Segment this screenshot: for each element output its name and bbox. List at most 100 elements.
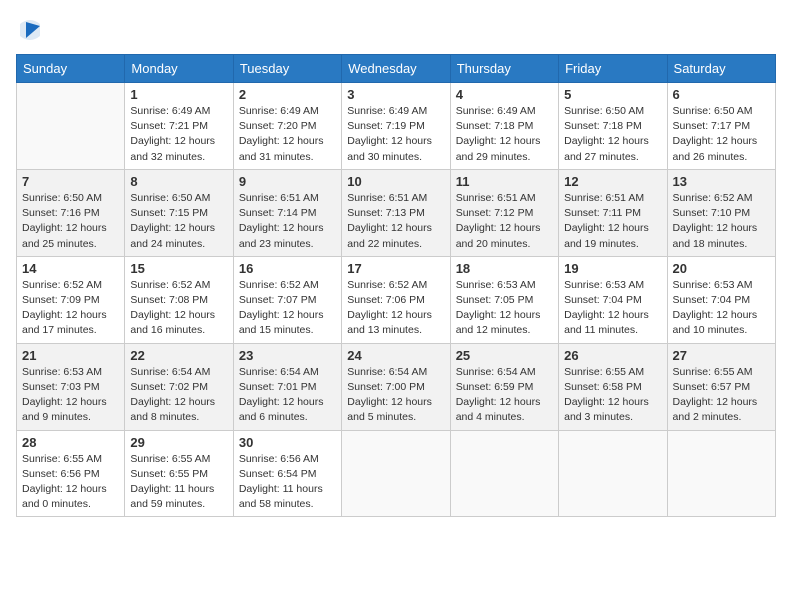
day-info: Sunrise: 6:50 AM Sunset: 7:16 PM Dayligh… bbox=[22, 191, 119, 252]
day-number: 20 bbox=[673, 261, 770, 276]
day-info: Sunrise: 6:51 AM Sunset: 7:14 PM Dayligh… bbox=[239, 191, 336, 252]
day-number: 9 bbox=[239, 174, 336, 189]
calendar-cell: 13 Sunrise: 6:52 AM Sunset: 7:10 PM Dayli… bbox=[667, 169, 775, 256]
day-number: 22 bbox=[130, 348, 227, 363]
day-number: 15 bbox=[130, 261, 227, 276]
calendar-cell bbox=[342, 430, 450, 517]
calendar-cell: 16Sunrise: 6:52 AM Sunset: 7:07 PM Dayli… bbox=[233, 256, 341, 343]
calendar-cell: 20 Sunrise: 6:53 AM Sunset: 7:04 PM Dayli… bbox=[667, 256, 775, 343]
day-number: 24 bbox=[347, 348, 444, 363]
calendar-cell: 8 Sunrise: 6:50 AM Sunset: 7:15 PM Daylig… bbox=[125, 169, 233, 256]
calendar-cell: 30 Sunrise: 6:56 AM Sunset: 6:54 PM Dayli… bbox=[233, 430, 341, 517]
day-info: Sunrise: 6:53 AM Sunset: 7:04 PM Dayligh… bbox=[564, 278, 661, 339]
day-info: Sunrise: 6:56 AM Sunset: 6:54 PM Dayligh… bbox=[239, 452, 336, 513]
day-info: Sunrise: 6:55 AM Sunset: 6:57 PM Dayligh… bbox=[673, 365, 770, 426]
calendar-cell: 9 Sunrise: 6:51 AM Sunset: 7:14 PM Daylig… bbox=[233, 169, 341, 256]
weekday-header-sunday: Sunday bbox=[17, 55, 125, 83]
day-number: 19 bbox=[564, 261, 661, 276]
day-info: Sunrise: 6:52 AM Sunset: 7:08 PM Dayligh… bbox=[130, 278, 227, 339]
day-info: Sunrise: 6:54 AM Sunset: 7:02 PM Dayligh… bbox=[130, 365, 227, 426]
calendar-cell: 28 Sunrise: 6:55 AM Sunset: 6:56 PM Dayli… bbox=[17, 430, 125, 517]
day-number: 17 bbox=[347, 261, 444, 276]
calendar-cell: 1 Sunrise: 6:49 AM Sunset: 7:21 PM Daylig… bbox=[125, 83, 233, 170]
calendar-cell bbox=[559, 430, 667, 517]
calendar-cell: 6Sunrise: 6:50 AM Sunset: 7:17 PM Daylig… bbox=[667, 83, 775, 170]
calendar-cell: 4Sunrise: 6:49 AM Sunset: 7:18 PM Daylig… bbox=[450, 83, 558, 170]
day-number: 30 bbox=[239, 435, 336, 450]
day-number: 2 bbox=[239, 87, 336, 102]
day-info: Sunrise: 6:49 AM Sunset: 7:20 PM Dayligh… bbox=[239, 104, 336, 165]
day-info: Sunrise: 6:54 AM Sunset: 7:01 PM Dayligh… bbox=[239, 365, 336, 426]
day-info: Sunrise: 6:50 AM Sunset: 7:18 PM Dayligh… bbox=[564, 104, 661, 165]
day-info: Sunrise: 6:53 AM Sunset: 7:04 PM Dayligh… bbox=[673, 278, 770, 339]
calendar-cell: 26Sunrise: 6:55 AM Sunset: 6:58 PM Dayli… bbox=[559, 343, 667, 430]
day-number: 8 bbox=[130, 174, 227, 189]
day-info: Sunrise: 6:52 AM Sunset: 7:06 PM Dayligh… bbox=[347, 278, 444, 339]
calendar-cell: 24 Sunrise: 6:54 AM Sunset: 7:00 PM Dayli… bbox=[342, 343, 450, 430]
weekday-header-tuesday: Tuesday bbox=[233, 55, 341, 83]
day-number: 16 bbox=[239, 261, 336, 276]
day-info: Sunrise: 6:49 AM Sunset: 7:19 PM Dayligh… bbox=[347, 104, 444, 165]
day-info: Sunrise: 6:54 AM Sunset: 6:59 PM Dayligh… bbox=[456, 365, 553, 426]
calendar-cell bbox=[667, 430, 775, 517]
day-info: Sunrise: 6:54 AM Sunset: 7:00 PM Dayligh… bbox=[347, 365, 444, 426]
day-number: 3 bbox=[347, 87, 444, 102]
calendar-cell: 5 Sunrise: 6:50 AM Sunset: 7:18 PM Daylig… bbox=[559, 83, 667, 170]
day-info: Sunrise: 6:51 AM Sunset: 7:11 PM Dayligh… bbox=[564, 191, 661, 252]
day-number: 26 bbox=[564, 348, 661, 363]
weekday-header-monday: Monday bbox=[125, 55, 233, 83]
calendar-cell: 11 Sunrise: 6:51 AM Sunset: 7:12 PM Dayli… bbox=[450, 169, 558, 256]
calendar-week-row: 28 Sunrise: 6:55 AM Sunset: 6:56 PM Dayli… bbox=[17, 430, 776, 517]
day-info: Sunrise: 6:55 AM Sunset: 6:56 PM Dayligh… bbox=[22, 452, 119, 513]
day-number: 27 bbox=[673, 348, 770, 363]
day-number: 28 bbox=[22, 435, 119, 450]
calendar-table: SundayMondayTuesdayWednesdayThursdayFrid… bbox=[16, 54, 776, 517]
calendar-week-row: 21 Sunrise: 6:53 AM Sunset: 7:03 PM Dayli… bbox=[17, 343, 776, 430]
day-info: Sunrise: 6:50 AM Sunset: 7:17 PM Dayligh… bbox=[673, 104, 770, 165]
day-number: 5 bbox=[564, 87, 661, 102]
weekday-header-wednesday: Wednesday bbox=[342, 55, 450, 83]
calendar-cell: 18Sunrise: 6:53 AM Sunset: 7:05 PM Dayli… bbox=[450, 256, 558, 343]
calendar-week-row: 14 Sunrise: 6:52 AM Sunset: 7:09 PM Dayli… bbox=[17, 256, 776, 343]
day-number: 29 bbox=[130, 435, 227, 450]
page-header bbox=[16, 16, 776, 44]
calendar-cell: 10 Sunrise: 6:51 AM Sunset: 7:13 PM Dayli… bbox=[342, 169, 450, 256]
day-number: 1 bbox=[130, 87, 227, 102]
calendar-cell: 7 Sunrise: 6:50 AM Sunset: 7:16 PM Daylig… bbox=[17, 169, 125, 256]
day-number: 23 bbox=[239, 348, 336, 363]
day-info: Sunrise: 6:51 AM Sunset: 7:12 PM Dayligh… bbox=[456, 191, 553, 252]
day-number: 14 bbox=[22, 261, 119, 276]
weekday-header-saturday: Saturday bbox=[667, 55, 775, 83]
calendar-cell: 21 Sunrise: 6:53 AM Sunset: 7:03 PM Dayli… bbox=[17, 343, 125, 430]
day-info: Sunrise: 6:52 AM Sunset: 7:10 PM Dayligh… bbox=[673, 191, 770, 252]
day-number: 13 bbox=[673, 174, 770, 189]
day-info: Sunrise: 6:50 AM Sunset: 7:15 PM Dayligh… bbox=[130, 191, 227, 252]
day-info: Sunrise: 6:53 AM Sunset: 7:03 PM Dayligh… bbox=[22, 365, 119, 426]
calendar-cell: 15 Sunrise: 6:52 AM Sunset: 7:08 PM Dayli… bbox=[125, 256, 233, 343]
calendar-cell: 12Sunrise: 6:51 AM Sunset: 7:11 PM Dayli… bbox=[559, 169, 667, 256]
calendar-cell: 17 Sunrise: 6:52 AM Sunset: 7:06 PM Dayli… bbox=[342, 256, 450, 343]
day-number: 4 bbox=[456, 87, 553, 102]
calendar-cell: 14 Sunrise: 6:52 AM Sunset: 7:09 PM Dayli… bbox=[17, 256, 125, 343]
day-number: 7 bbox=[22, 174, 119, 189]
calendar-cell bbox=[450, 430, 558, 517]
calendar-week-row: 1 Sunrise: 6:49 AM Sunset: 7:21 PM Daylig… bbox=[17, 83, 776, 170]
calendar-cell: 23 Sunrise: 6:54 AM Sunset: 7:01 PM Dayli… bbox=[233, 343, 341, 430]
day-number: 25 bbox=[456, 348, 553, 363]
calendar-cell: 25 Sunrise: 6:54 AM Sunset: 6:59 PM Dayli… bbox=[450, 343, 558, 430]
day-number: 10 bbox=[347, 174, 444, 189]
day-info: Sunrise: 6:53 AM Sunset: 7:05 PM Dayligh… bbox=[456, 278, 553, 339]
calendar-cell: 27 Sunrise: 6:55 AM Sunset: 6:57 PM Dayli… bbox=[667, 343, 775, 430]
calendar-cell: 2 Sunrise: 6:49 AM Sunset: 7:20 PM Daylig… bbox=[233, 83, 341, 170]
day-info: Sunrise: 6:49 AM Sunset: 7:21 PM Dayligh… bbox=[130, 104, 227, 165]
logo-icon bbox=[16, 16, 44, 44]
day-info: Sunrise: 6:55 AM Sunset: 6:55 PM Dayligh… bbox=[130, 452, 227, 513]
weekday-header-friday: Friday bbox=[559, 55, 667, 83]
day-number: 11 bbox=[456, 174, 553, 189]
day-info: Sunrise: 6:51 AM Sunset: 7:13 PM Dayligh… bbox=[347, 191, 444, 252]
calendar-cell: 22 Sunrise: 6:54 AM Sunset: 7:02 PM Dayli… bbox=[125, 343, 233, 430]
day-info: Sunrise: 6:52 AM Sunset: 7:09 PM Dayligh… bbox=[22, 278, 119, 339]
day-number: 21 bbox=[22, 348, 119, 363]
logo bbox=[16, 16, 48, 44]
weekday-header-row: SundayMondayTuesdayWednesdayThursdayFrid… bbox=[17, 55, 776, 83]
